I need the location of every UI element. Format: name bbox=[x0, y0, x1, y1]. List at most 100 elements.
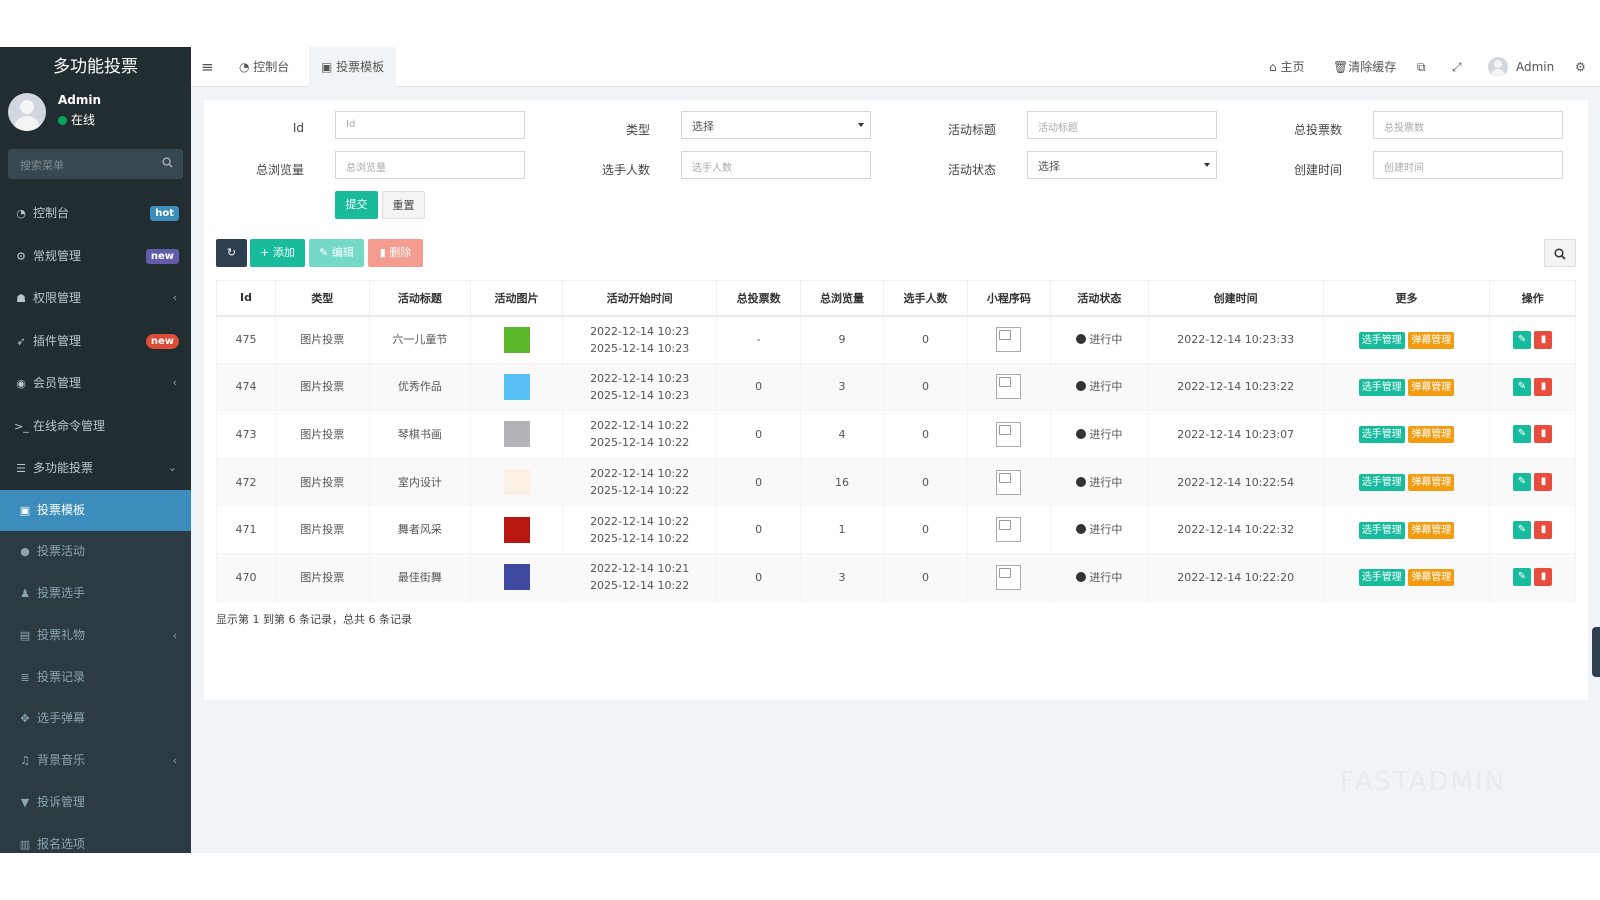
row-edit-pencil-icon[interactable]: ✎ bbox=[1512, 330, 1531, 349]
filter-views-input[interactable]: 总浏览量 bbox=[335, 151, 525, 179]
filter-type-select[interactable]: 选择 bbox=[681, 111, 871, 139]
barrage-manage-button[interactable]: 弹幕管理 bbox=[1408, 474, 1455, 492]
filter-status-select[interactable]: 选择 bbox=[1027, 151, 1217, 179]
sidebar-item-1[interactable]: ⚙ 常规管理 new bbox=[0, 235, 191, 278]
submit-button[interactable]: 提交 bbox=[335, 191, 378, 219]
activity-image-thumbnail[interactable] bbox=[503, 564, 530, 591]
submenu-item-1[interactable]: ● 投票活动 bbox=[0, 531, 191, 573]
filter-id-input[interactable]: Id bbox=[335, 111, 525, 139]
refresh-button[interactable]: ↻ bbox=[216, 239, 247, 267]
player-manage-button[interactable]: 选手管理 bbox=[1358, 378, 1405, 396]
column-header[interactable]: 活动开始时间 bbox=[561, 280, 718, 317]
row-delete-trash-icon[interactable]: ▮ bbox=[1534, 520, 1553, 539]
activity-image-thumbnail[interactable] bbox=[503, 326, 530, 353]
player-manage-button[interactable]: 选手管理 bbox=[1358, 521, 1405, 539]
sidebar-item-6[interactable]: ☰ 多功能投票 ⌄ bbox=[0, 447, 191, 490]
column-header[interactable]: 操作 bbox=[1489, 280, 1576, 317]
tab-dashboard[interactable]: ◔ 控制台 bbox=[239, 47, 289, 87]
activity-image-thumbnail[interactable] bbox=[503, 421, 530, 448]
column-header[interactable]: 总浏览量 bbox=[799, 280, 885, 317]
sidebar-item-3[interactable]: ➶ 插件管理 new bbox=[0, 320, 191, 363]
filter-votes-input[interactable]: 总投票数 bbox=[1373, 111, 1563, 139]
table-row[interactable]: 475 图片投票 六一儿童节 2022-12-14 10:23 2025-12-14 1… bbox=[216, 315, 1576, 364]
sidebar-item-4[interactable]: ◉ 会员管理 ‹ bbox=[0, 362, 191, 405]
admin-menu[interactable]: Admin bbox=[1488, 47, 1554, 87]
sidebar-item-2[interactable]: ☗ 权限管理 ‹ bbox=[0, 277, 191, 320]
activity-image-thumbnail[interactable] bbox=[503, 469, 530, 496]
activity-image-thumbnail[interactable] bbox=[503, 516, 530, 543]
table-row[interactable]: 473 图片投票 琴棋书画 2022-12-14 10:22 2025-12-14 10… bbox=[216, 410, 1576, 459]
table-row[interactable]: 474 图片投票 优秀作品 2022-12-14 10:23 2025-12-14 10… bbox=[216, 362, 1576, 412]
row-edit-pencil-icon[interactable]: ✎ bbox=[1512, 377, 1531, 396]
clear-cache-button[interactable]: 🗑清除缓存 bbox=[1333, 47, 1396, 87]
table-row[interactable]: 472 图片投票 室内设计 2022-12-14 10:22 2025-12-14 10… bbox=[216, 457, 1576, 507]
submenu-item-2[interactable]: ♟ 投票选手 bbox=[0, 573, 191, 615]
barrage-manage-button[interactable]: 弹幕管理 bbox=[1408, 569, 1455, 587]
column-header[interactable]: 创建时间 bbox=[1147, 280, 1324, 317]
broken-image-icon[interactable] bbox=[996, 327, 1022, 353]
column-header[interactable]: 活动状态 bbox=[1050, 280, 1149, 317]
filter-players-input[interactable]: 选手人数 bbox=[681, 151, 871, 179]
row-edit-pencil-icon[interactable]: ✎ bbox=[1512, 520, 1531, 539]
row-delete-trash-icon[interactable]: ▮ bbox=[1534, 473, 1553, 492]
translate-icon[interactable]: ⧉ bbox=[1417, 47, 1426, 87]
column-header[interactable]: Id bbox=[216, 280, 276, 317]
column-header[interactable]: 总投票数 bbox=[716, 280, 801, 317]
sidebar-search-input[interactable]: 搜索菜单 bbox=[8, 149, 183, 179]
barrage-manage-button[interactable]: 弹幕管理 bbox=[1408, 426, 1455, 444]
cell-status: 进行中 bbox=[1089, 570, 1123, 584]
edit-button[interactable]: ✎ 编辑 bbox=[309, 239, 364, 267]
app-logo[interactable]: 多功能投票 bbox=[0, 47, 191, 87]
player-manage-button[interactable]: 选手管理 bbox=[1358, 331, 1405, 349]
sidebar-item-0[interactable]: ◔ 控制台 hot bbox=[0, 192, 191, 235]
column-header[interactable]: 更多 bbox=[1322, 280, 1491, 317]
reset-button[interactable]: 重置 bbox=[382, 191, 425, 219]
home-link[interactable]: ⌂ 主页 bbox=[1269, 47, 1304, 87]
tab-vote-template[interactable]: ▣ 投票模板 bbox=[309, 47, 397, 87]
add-button[interactable]: + 添加 bbox=[250, 239, 305, 267]
row-edit-pencil-icon[interactable]: ✎ bbox=[1512, 568, 1531, 587]
submenu-item-5[interactable]: ✥ 选手弹幕 bbox=[0, 698, 191, 740]
player-manage-button[interactable]: 选手管理 bbox=[1358, 426, 1405, 444]
broken-image-icon[interactable] bbox=[996, 421, 1022, 447]
row-delete-trash-icon[interactable]: ▮ bbox=[1534, 425, 1553, 444]
submenu-item-7[interactable]: ▼ 投诉管理 bbox=[0, 782, 191, 824]
settings-gear-icon[interactable]: ⚙ bbox=[1575, 47, 1586, 87]
sidebar-item-5[interactable]: >_ 在线命令管理 bbox=[0, 405, 191, 448]
side-drawer-handle[interactable] bbox=[1592, 627, 1600, 677]
player-manage-button[interactable]: 选手管理 bbox=[1358, 474, 1405, 492]
row-edit-pencil-icon[interactable]: ✎ bbox=[1512, 473, 1531, 492]
broken-image-icon[interactable] bbox=[996, 374, 1022, 400]
column-header[interactable]: 活动图片 bbox=[470, 280, 563, 317]
row-delete-trash-icon[interactable]: ▮ bbox=[1534, 377, 1553, 396]
player-manage-button[interactable]: 选手管理 bbox=[1358, 569, 1405, 587]
submenu-item-0[interactable]: ▣ 投票模板 bbox=[0, 489, 191, 532]
table-search-button[interactable] bbox=[1544, 239, 1576, 267]
submenu-item-8[interactable]: ▥ 报名选项 bbox=[0, 824, 191, 853]
delete-button[interactable]: ▮ 删除 bbox=[368, 239, 423, 267]
column-header[interactable]: 类型 bbox=[274, 280, 370, 317]
broken-image-icon[interactable] bbox=[996, 517, 1022, 543]
activity-image-thumbnail[interactable] bbox=[503, 373, 530, 400]
column-header[interactable]: 活动标题 bbox=[368, 280, 472, 317]
row-delete-trash-icon[interactable]: ▮ bbox=[1534, 330, 1553, 349]
submenu-item-6[interactable]: ♫ 背景音乐 ‹ bbox=[0, 740, 191, 782]
barrage-manage-button[interactable]: 弹幕管理 bbox=[1408, 378, 1455, 396]
search-icon[interactable] bbox=[162, 157, 173, 171]
filter-title-input[interactable]: 活动标题 bbox=[1027, 111, 1217, 139]
column-header[interactable]: 小程序码 bbox=[966, 280, 1052, 317]
table-row[interactable]: 471 图片投票 舞者风采 2022-12-14 10:22 2025-12-14 10… bbox=[216, 505, 1576, 554]
barrage-manage-button[interactable]: 弹幕管理 bbox=[1408, 521, 1455, 539]
barrage-manage-button[interactable]: 弹幕管理 bbox=[1408, 331, 1455, 349]
menu-toggle-icon[interactable]: ≡ bbox=[201, 47, 214, 87]
row-edit-pencil-icon[interactable]: ✎ bbox=[1512, 425, 1531, 444]
submenu-item-4[interactable]: ≣ 投票记录 bbox=[0, 657, 191, 699]
submenu-item-3[interactable]: ▤ 投票礼物 ‹ bbox=[0, 615, 191, 657]
broken-image-icon[interactable] bbox=[996, 564, 1022, 590]
row-delete-trash-icon[interactable]: ▮ bbox=[1534, 568, 1553, 587]
fullscreen-icon[interactable]: ⤢ bbox=[1452, 47, 1462, 87]
broken-image-icon[interactable] bbox=[996, 469, 1022, 495]
filter-created-input[interactable]: 创建时间 bbox=[1373, 151, 1563, 179]
table-row[interactable]: 470 图片投票 最佳街舞 2022-12-14 10:21 2025-12-14 10… bbox=[216, 552, 1576, 602]
column-header[interactable]: 选手人数 bbox=[883, 280, 968, 317]
